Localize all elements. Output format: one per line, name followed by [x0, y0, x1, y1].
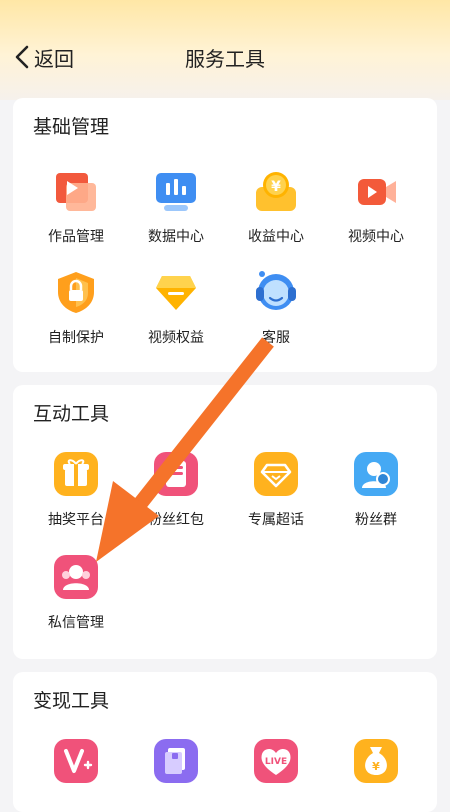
header-bar: 返回 服务工具 [0, 0, 450, 100]
tool-monetization-3[interactable]: LIVE [236, 739, 316, 796]
tool-label: 私信管理 [48, 615, 104, 631]
tool-label: 粉丝红包 [148, 512, 204, 528]
works-folder-icon [54, 169, 98, 213]
data-chart-icon [154, 169, 198, 213]
diamond-badge-icon [154, 270, 198, 314]
tool-video-center[interactable]: 视频中心 [336, 169, 416, 246]
section-interaction-tools: 互动工具 抽奖平台 粉丝红包 专属超话 粉丝群 私信管理 [13, 385, 437, 659]
money-bag-icon: ¥ [354, 739, 398, 783]
tool-fan-group[interactable]: 粉丝群 [336, 452, 416, 529]
tool-exclusive-topic[interactable]: 专属超话 [236, 452, 316, 529]
income-coin-icon: ¥ [254, 169, 298, 213]
section-monetization-tools: 变现工具 LIVE ¥ [13, 672, 437, 812]
fan-group-icon [354, 452, 398, 496]
private-message-icon [54, 555, 98, 599]
tool-label: 视频权益 [148, 330, 204, 346]
tool-label: 专属超话 [248, 512, 304, 528]
gift-box-icon [54, 452, 98, 496]
v-plus-icon [54, 739, 98, 783]
tool-label: 粉丝群 [355, 512, 397, 528]
tool-self-protection[interactable]: 自制保护 [36, 270, 116, 347]
section-title: 基础管理 [33, 116, 110, 138]
tool-label: 视频中心 [348, 229, 404, 245]
gem-icon [254, 452, 298, 496]
svg-text:¥: ¥ [372, 760, 380, 773]
tool-private-message[interactable]: 私信管理 [36, 555, 116, 632]
page-title: 服务工具 [185, 47, 265, 71]
tool-data-center[interactable]: 数据中心 [136, 169, 216, 246]
tool-video-rights[interactable]: 视频权益 [136, 270, 216, 347]
tool-monetization-2[interactable] [136, 739, 216, 796]
tool-monetization-4[interactable]: ¥ [336, 739, 416, 796]
tool-label: 数据中心 [148, 229, 204, 245]
red-envelope-icon [154, 452, 198, 496]
tool-label: 自制保护 [48, 330, 104, 346]
section-title: 互动工具 [33, 403, 110, 425]
tool-income-center[interactable]: ¥ 收益中心 [236, 169, 316, 246]
video-camera-icon [354, 169, 398, 213]
tool-fan-red-envelope[interactable]: 粉丝红包 [136, 452, 216, 529]
tool-works-management[interactable]: 作品管理 [36, 169, 116, 246]
svg-text:¥: ¥ [271, 179, 281, 195]
tool-lottery-platform[interactable]: 抽奖平台 [36, 452, 116, 529]
section-title: 变现工具 [33, 690, 110, 712]
tool-monetization-1[interactable] [36, 739, 116, 796]
tool-label: 客服 [262, 330, 290, 346]
tool-customer-service[interactable]: 客服 [236, 270, 316, 347]
live-badge-icon: LIVE [254, 739, 298, 783]
section-basic-management: 基础管理 作品管理 数据中心 ¥ 收益中心 视频中心 自制保护 视频权益 客服 [13, 98, 437, 372]
tool-label: 收益中心 [248, 229, 304, 245]
shield-lock-icon [54, 270, 98, 314]
tool-label: 作品管理 [48, 229, 104, 245]
tool-label: 抽奖平台 [48, 512, 104, 528]
svg-text:LIVE: LIVE [265, 757, 287, 767]
headset-icon [254, 270, 298, 314]
purple-document-icon [154, 739, 198, 783]
